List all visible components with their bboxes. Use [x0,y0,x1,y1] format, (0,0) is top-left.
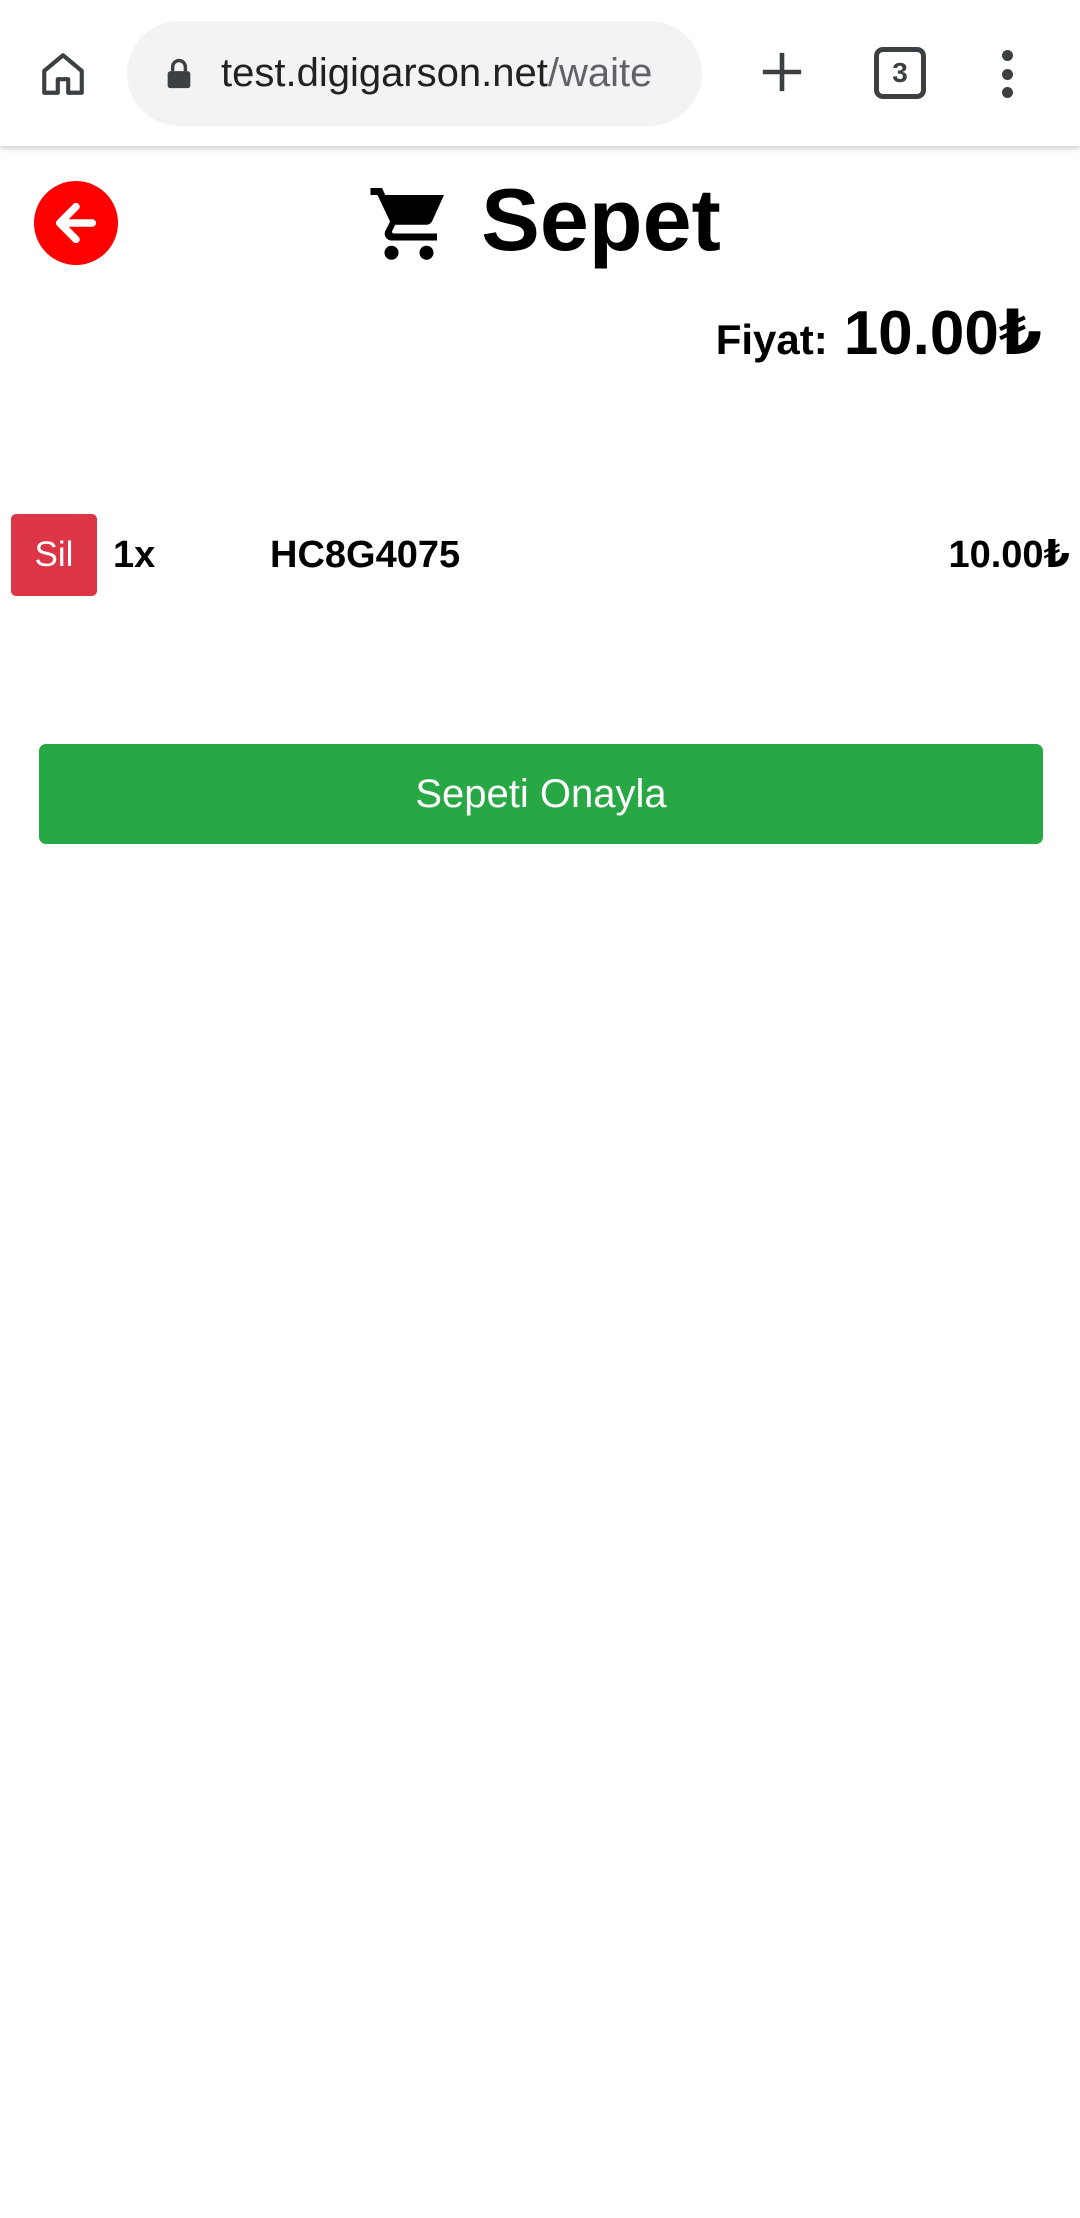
price-label: Fiyat: [715,316,828,363]
home-button[interactable] [30,43,96,105]
shopping-cart-icon [370,188,445,260]
item-price: 10.00₺ [948,534,1070,576]
url-path: /waite [547,51,653,95]
cart-item: Sil 1x HC8G4075 10.00₺ [0,514,1080,596]
delete-item-button[interactable]: Sil [11,514,97,596]
browser-menu-button[interactable] [985,44,1029,104]
total-price: Fiyat: 10.00₺ [716,296,1042,369]
confirm-cart-button[interactable]: Sepeti Onayla [39,744,1043,844]
url-text[interactable]: test.digigarson.net/waite [221,21,681,126]
address-bar[interactable]: test.digigarson.net/waite [127,21,702,126]
page-header: Sepet [0,160,1080,280]
page-title: Sepet [481,170,721,269]
tab-switcher-button[interactable]: 3 [874,47,926,99]
price-value: 10.00₺ [843,299,1042,368]
lock-icon [167,58,191,89]
tab-count: 3 [892,57,908,88]
url-host: test.digigarson.net [221,51,548,95]
home-icon [42,53,84,95]
new-tab-button[interactable] [752,42,812,102]
more-vert-icon [1001,50,1013,61]
plus-icon [762,52,802,92]
browser-toolbar: test.digigarson.net/waite 3 [0,0,1080,146]
item-name: HC8G4075 [270,534,461,576]
item-quantity: 1x [113,534,156,576]
